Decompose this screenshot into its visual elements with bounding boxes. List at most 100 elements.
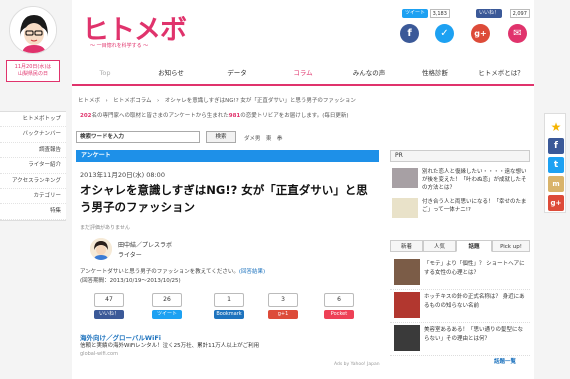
tab-trending[interactable]: 話題 — [456, 240, 492, 252]
ranking-text[interactable]: ホッチキスの針の正式名称は？ 身近にあるものの知らない名前 — [424, 293, 528, 310]
share-facebook[interactable]: 47 いいね！ — [94, 293, 124, 319]
top-navigation: Top お知らせ データ コラム みんなの声 性格診断 ヒトメボとは？ — [72, 61, 534, 86]
pocket-button[interactable]: Pocket — [324, 310, 354, 319]
ad-title[interactable]: 海外向け／グローバルWiFi — [80, 334, 378, 342]
left-nav-item[interactable]: ライター紹介 — [0, 158, 66, 174]
tab-new[interactable]: 新着 — [390, 240, 423, 252]
mixi-icon[interactable]: m — [548, 176, 564, 192]
facebook-icon[interactable]: f — [400, 24, 419, 43]
left-nav-item[interactable]: 特集 — [0, 204, 66, 220]
sponsored-ad[interactable]: 海外向け／グローバルWiFi 信頼と実績の海外WiFiレンタル！泣く25万社、累… — [80, 334, 378, 358]
twitter-icon[interactable]: ✓ — [435, 24, 454, 43]
breadcrumb[interactable]: ヒトメボ › ヒトメボコラム › オシャレを意識しすぎはNG!? 女が「正直ダサ… — [78, 96, 356, 104]
ranking-tabs: 新着 人気 話題 Pick up! — [390, 240, 530, 252]
ranking-thumbnail[interactable] — [394, 325, 420, 351]
pr-thumbnail[interactable] — [392, 198, 418, 218]
ad-url[interactable]: global-wifi.com — [80, 350, 378, 358]
ranking-item[interactable]: 美容室あるある！「思い通りの髪型にならない」その理由とは何？ — [390, 322, 530, 356]
ranking-item[interactable]: ホッチキスの針の正式名称は？ 身近にあるものの知らない名前 — [390, 289, 530, 323]
author-avatar[interactable] — [90, 238, 112, 260]
header-tweet[interactable]: ツイート 3,183 — [402, 9, 450, 19]
summary-text: アンケートダサいと思う男子のファッションを教えてください。 — [80, 269, 239, 275]
notice-text: 名の専門家への取材と皆さまのアンケートから生まれた — [91, 113, 229, 119]
pr-item[interactable]: 付き合う人と両思いになる！「幸せのたまご」って一体ナニ!? — [390, 198, 530, 222]
nav-personality[interactable]: 性格診断 — [402, 61, 468, 86]
twitter-icon[interactable]: t — [548, 157, 564, 173]
tweet-share-button[interactable]: ツイート — [152, 310, 182, 319]
publish-date: 2013年11月20日(水) 08:00 — [80, 171, 165, 179]
category-bar[interactable]: アンケート — [76, 150, 379, 162]
left-nav-item[interactable]: カテゴリー — [0, 189, 66, 205]
like-button[interactable]: いいね！ — [476, 9, 503, 18]
header-like[interactable]: いいね！ 2,097 — [476, 9, 530, 19]
search-button[interactable]: 検索 — [206, 131, 236, 143]
author-name[interactable]: 田中結／プレスラボ — [118, 241, 172, 251]
ranking-item[interactable]: 「モテ」より「個性」？ ショートヘアにする女性の心理とは？ — [390, 256, 530, 290]
search-input[interactable]: 検索ワードを入力 — [76, 131, 200, 143]
share-count: 3 — [268, 293, 298, 307]
article-summary: アンケートダサいと思う男子のファッションを教えてください。(回答結果) (回答期… — [80, 268, 265, 286]
share-google[interactable]: 3 g+1 — [268, 293, 298, 319]
ranking-text[interactable]: 美容室あるある！「思い通りの髪型にならない」その理由とは何？ — [424, 326, 528, 343]
popular-tags[interactable]: ダメ男 東 拳 — [244, 134, 282, 142]
share-count: 47 — [94, 293, 124, 307]
share-twitter[interactable]: 26 ツイート — [152, 293, 182, 319]
tab-popular[interactable]: 人気 — [423, 240, 456, 252]
nav-column[interactable]: コラム — [270, 61, 336, 86]
like-count: 2,097 — [509, 9, 530, 18]
ranking-thumbnail[interactable] — [394, 259, 420, 285]
author-info: 田中結／プレスラボ ライター — [118, 241, 172, 261]
date-line: 山梨県民の日 — [17, 71, 48, 77]
site-notice: 202名の専門家への取材と皆さまのアンケートから生まれた981の恋愛トリビアをお… — [80, 111, 349, 119]
left-nav-item[interactable]: ヒトメボトップ — [0, 112, 66, 128]
left-nav-item[interactable]: アクセスランキング — [0, 174, 66, 189]
tweet-count: 3,183 — [429, 9, 450, 18]
ranking-text[interactable]: 「モテ」より「個性」？ ショートヘアにする女性の心理とは？ — [424, 260, 528, 277]
google-plus-icon[interactable]: g+ — [548, 195, 564, 211]
mail-icon[interactable]: ✉ — [508, 24, 527, 43]
rating-status: まだ評価がありません — [80, 225, 130, 231]
nav-top[interactable]: Top — [72, 61, 138, 86]
google-plus-icon[interactable]: g+ — [471, 24, 490, 43]
author-role: ライター — [118, 252, 142, 259]
star-icon[interactable]: ★ — [548, 119, 564, 135]
floating-share-bar: ★ f t m g+ — [544, 113, 566, 213]
ad-attribution[interactable]: Ads by Yahoo! Japan — [334, 362, 380, 367]
left-nav-item[interactable]: バックナンバー — [0, 127, 66, 143]
trivia-count: 981 — [228, 113, 241, 119]
today-date-box: 11月20日(水)は 山梨県民の日 — [6, 60, 60, 82]
pr-item[interactable]: 別れた恋人と復縁したい・・・・遠な想いが後を変えた！「叶わぬ恋」が成就したその方… — [390, 168, 530, 192]
ranking-list-link[interactable]: 話題一覧 — [494, 357, 516, 365]
nav-voices[interactable]: みんなの声 — [336, 61, 402, 86]
mascot-avatar[interactable] — [9, 6, 57, 54]
survey-period: (回答期間：2013/10/19〜2013/10/25) — [80, 278, 181, 284]
bookmark-button[interactable]: Bookmark — [214, 310, 244, 319]
ranking-thumbnail[interactable] — [394, 292, 420, 318]
nav-data[interactable]: データ — [204, 61, 270, 86]
share-count: 6 — [324, 293, 354, 307]
notice-text: の恋愛トリビアをお届けします。(毎日更新) — [240, 113, 349, 119]
pr-header: PR — [390, 150, 530, 162]
google-plus-button[interactable]: g+1 — [268, 310, 298, 319]
nav-news[interactable]: お知らせ — [138, 61, 204, 86]
left-nav: ヒトメボトップ バックナンバー 調査報告 ライター紹介 アクセスランキング カテ… — [0, 111, 66, 221]
pr-text[interactable]: 付き合う人と両思いになる！「幸せのたまご」って一体ナニ!? — [422, 198, 528, 214]
article-title: オシャレを意識しすぎはNG!? 女が「正直ダサい」と思う男子のファッション — [80, 183, 368, 214]
summary-link[interactable]: (回答結果) — [239, 269, 265, 275]
share-count: 1 — [214, 293, 244, 307]
tweet-button[interactable]: ツイート — [402, 9, 429, 18]
left-rail: 11月20日(水)は 山梨県民の日 ヒトメボトップ バックナンバー 調査報告 ラ… — [0, 0, 66, 379]
main-column: ヒトメボ 〜 一目惚れを科学する 〜 ツイート 3,183 いいね！ 2,097… — [72, 0, 534, 379]
left-nav-item[interactable]: 調査報告 — [0, 143, 66, 159]
nav-about[interactable]: ヒトメボとは？ — [468, 61, 534, 86]
share-count: 26 — [152, 293, 182, 307]
facebook-like-button[interactable]: いいね！ — [94, 310, 124, 319]
share-pocket[interactable]: 6 Pocket — [324, 293, 354, 319]
expert-count: 202 — [80, 113, 92, 119]
facebook-icon[interactable]: f — [548, 138, 564, 154]
pr-thumbnail[interactable] — [392, 168, 418, 188]
pr-text[interactable]: 別れた恋人と復縁したい・・・・遠な想いが後を変えた！「叶わぬ恋」が成就したその方… — [422, 168, 528, 192]
share-hatena[interactable]: 1 Bookmark — [214, 293, 244, 319]
ad-description: 信頼と実績の海外WiFiレンタル！泣く25万社、累計11万人以上がご利用 — [80, 343, 260, 349]
tab-pickup[interactable]: Pick up! — [492, 240, 530, 252]
